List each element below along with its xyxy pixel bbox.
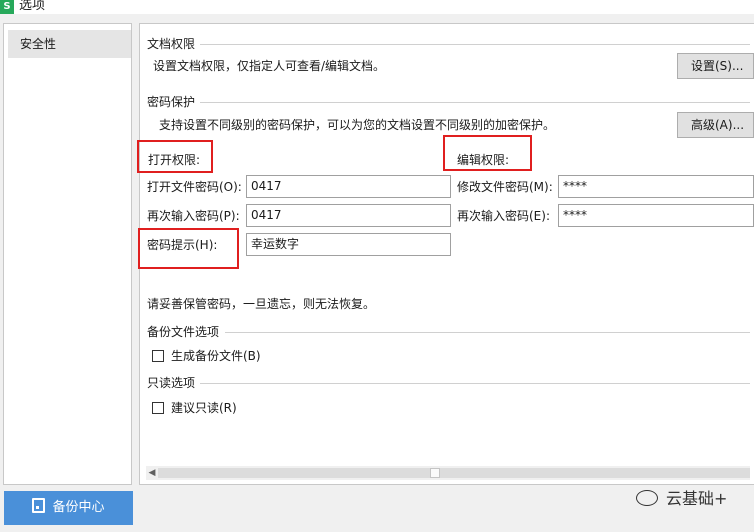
open-password-label: 打开文件密码(O): <box>147 180 242 194</box>
open-password-field[interactable]: 0417 <box>246 175 451 198</box>
divider <box>200 102 750 103</box>
watermark-text: 云基础+ <box>666 489 728 508</box>
doc-permission-description: 设置文档权限，仅指定人可查看/编辑文档。 <box>153 59 386 73</box>
sidebar-item-security[interactable]: 安全性 <box>8 30 131 58</box>
suggest-readonly-checkbox[interactable] <box>152 402 164 414</box>
modify-confirm-label: 再次输入密码(E): <box>457 209 550 223</box>
generate-backup-checkbox[interactable] <box>152 350 164 362</box>
backup-center-label: 备份中心 <box>52 500 105 515</box>
sidebar: 安全性 <box>3 23 132 485</box>
generate-backup-label[interactable]: 生成备份文件(B) <box>171 349 261 363</box>
highlight-box-open-permission <box>137 140 213 173</box>
password-protection-header: 密码保护 <box>147 95 196 109</box>
scroll-left-icon[interactable]: ◀ <box>146 466 158 480</box>
advanced-button[interactable]: 高级(A)... <box>677 112 754 138</box>
backup-center-button[interactable]: 备份中心 <box>4 491 133 525</box>
password-warning: 请妥善保管密码，一旦遗忘，则无法恢复。 <box>147 297 376 311</box>
modify-password-label: 修改文件密码(M): <box>457 180 553 194</box>
readonly-options-header: 只读选项 <box>147 376 196 390</box>
doc-permission-header: 文档权限 <box>147 37 196 51</box>
divider <box>200 383 750 384</box>
divider <box>200 44 750 45</box>
window-title: 选项 <box>19 0 46 13</box>
horizontal-scrollbar[interactable]: ◀ <box>146 466 750 480</box>
watermark: 云基础+ <box>636 488 727 510</box>
password-protection-description: 支持设置不同级别的密码保护，可以为您的文档设置不同级别的加密保护。 <box>159 118 556 132</box>
backup-options-header: 备份文件选项 <box>147 325 220 339</box>
app-logo-icon: S <box>0 0 14 14</box>
title-bar: S 选项 <box>0 0 754 14</box>
backup-icon <box>32 498 46 513</box>
open-confirm-field[interactable]: 0417 <box>246 204 451 227</box>
title-bar-controls <box>740 0 754 14</box>
highlight-box-password-hint <box>138 228 239 269</box>
highlight-box-edit-permission <box>443 135 532 171</box>
suggest-readonly-label[interactable]: 建议只读(R) <box>171 401 237 415</box>
wechat-icon <box>636 490 658 506</box>
scroll-track[interactable] <box>158 468 750 478</box>
scroll-thumb[interactable] <box>430 468 440 478</box>
divider <box>225 332 750 333</box>
password-hint-field[interactable]: 幸运数字 <box>246 233 451 256</box>
settings-button[interactable]: 设置(S)... <box>677 53 754 79</box>
open-confirm-label: 再次输入密码(P): <box>147 209 240 223</box>
modify-confirm-field[interactable]: **** <box>558 204 754 227</box>
modify-password-field[interactable]: **** <box>558 175 754 198</box>
